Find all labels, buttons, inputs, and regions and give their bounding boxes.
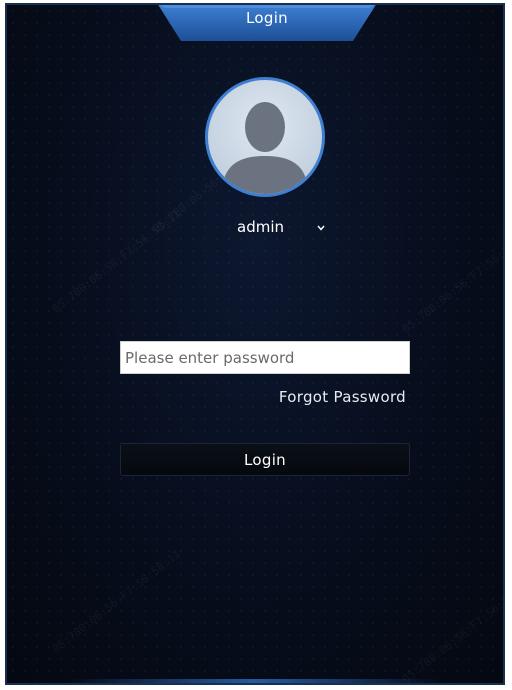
password-input[interactable]: [120, 341, 410, 374]
user-dropdown[interactable]: admin: [227, 215, 337, 241]
user-avatar: [205, 77, 325, 197]
watermark-text: 05:780:06:56:F7:56:58:11: [399, 227, 505, 336]
forgot-password-link[interactable]: Forgot Password: [279, 388, 406, 406]
bottom-accent-bar: [67, 679, 443, 683]
chevron-down-icon: [317, 225, 325, 231]
selected-user: admin: [237, 218, 284, 236]
login-window: 05:780:06:56:F7:56:58:11 05:780:06:56:F7…: [5, 3, 505, 685]
watermark-text: 05:780:06:56:F7:56:58:11: [399, 577, 505, 685]
page-title: Login: [246, 9, 288, 27]
user-silhouette-icon: [222, 102, 308, 194]
watermark-text: 05:780:06:56:F7:56:58:11: [49, 547, 184, 656]
login-button[interactable]: Login: [120, 443, 410, 476]
title-tab: Login: [157, 5, 377, 43]
